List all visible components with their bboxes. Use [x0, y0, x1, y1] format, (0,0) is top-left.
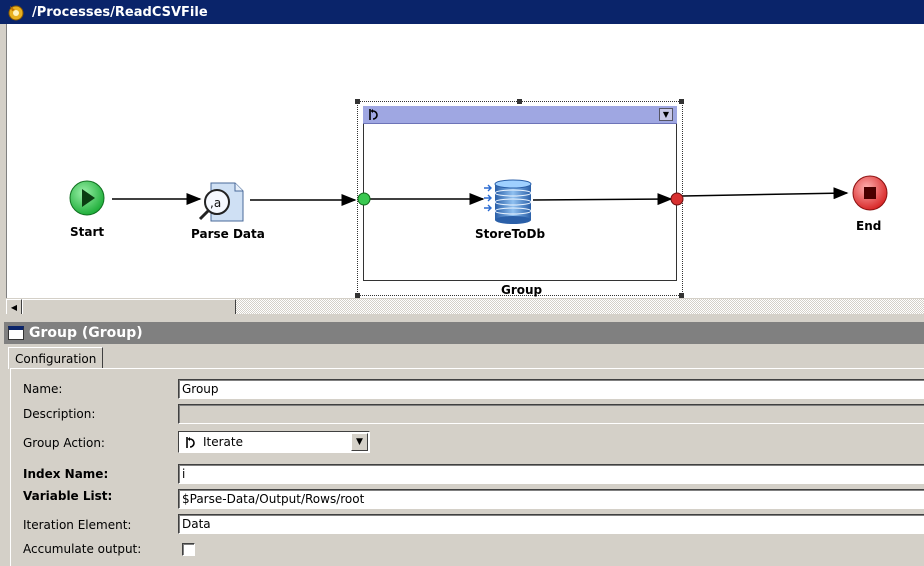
- panel-title-text: Group (Group): [29, 325, 143, 341]
- property-tabs: Configuration: [4, 344, 924, 369]
- process-designer-icon: [8, 5, 24, 21]
- index-name-field[interactable]: i: [178, 464, 924, 484]
- parse-data-magnifier-icon[interactable]: ,a: [198, 182, 244, 222]
- group-action-value: Iterate: [203, 435, 244, 449]
- variable-list-label: Variable List:: [23, 489, 113, 503]
- group-action-label: Group Action:: [23, 436, 105, 450]
- transition-store-groupend[interactable]: [532, 193, 673, 206]
- group-label: Group: [501, 283, 543, 297]
- scrollbar-thumb[interactable]: [22, 299, 236, 315]
- database-icon[interactable]: [484, 179, 532, 224]
- scroll-left-arrow-icon[interactable]: ◀: [6, 299, 22, 315]
- process-canvas[interactable]: ▼ ,a Start Parse Data StoreToDb End Grou…: [6, 24, 924, 298]
- index-name-label: Index Name:: [23, 467, 109, 481]
- group-start-connector[interactable]: [357, 192, 371, 206]
- canvas-horizontal-scrollbar[interactable]: ◀: [6, 298, 924, 315]
- accumulate-output-checkbox[interactable]: [182, 543, 195, 556]
- chevron-down-icon[interactable]: ▼: [351, 433, 368, 451]
- window-icon: [8, 326, 24, 340]
- process-diagram: ,a: [69, 175, 888, 224]
- configuration-form: Name: Group Description: Group Action: I…: [10, 368, 924, 566]
- name-label: Name:: [23, 382, 63, 396]
- variable-list-field[interactable]: $Parse-Data/Output/Rows/root: [178, 489, 924, 509]
- end-stop-icon[interactable]: [852, 175, 888, 211]
- storetodb-node-label: StoreToDb: [475, 227, 546, 241]
- iteration-element-field[interactable]: Data: [178, 514, 924, 534]
- accumulate-output-label: Accumulate output:: [23, 542, 142, 556]
- parse-data-node-label: Parse Data: [191, 227, 265, 241]
- property-panel-title: Group (Group): [4, 322, 924, 344]
- start-node-label: Start: [70, 225, 105, 239]
- group-action-select[interactable]: Iterate ▼: [178, 431, 370, 453]
- panel-splitter[interactable]: [0, 314, 924, 322]
- name-field[interactable]: Group: [178, 379, 924, 399]
- process-path-title: /Processes/ReadCSVFile: [32, 4, 208, 20]
- designer-title-bar: /Processes/ReadCSVFile: [0, 0, 924, 24]
- group-end-connector[interactable]: [670, 192, 684, 206]
- svg-text:,a: ,a: [210, 196, 221, 210]
- iterate-loop-icon: [186, 436, 195, 448]
- tab-label: Configuration: [15, 351, 97, 366]
- end-node-label: End: [856, 219, 882, 233]
- start-play-icon[interactable]: [69, 180, 105, 216]
- transition-group-end[interactable]: [682, 187, 849, 200]
- description-field[interactable]: [178, 404, 924, 424]
- iteration-element-label: Iteration Element:: [23, 518, 132, 532]
- description-label: Description:: [23, 407, 96, 421]
- tab-configuration[interactable]: Configuration: [8, 347, 104, 369]
